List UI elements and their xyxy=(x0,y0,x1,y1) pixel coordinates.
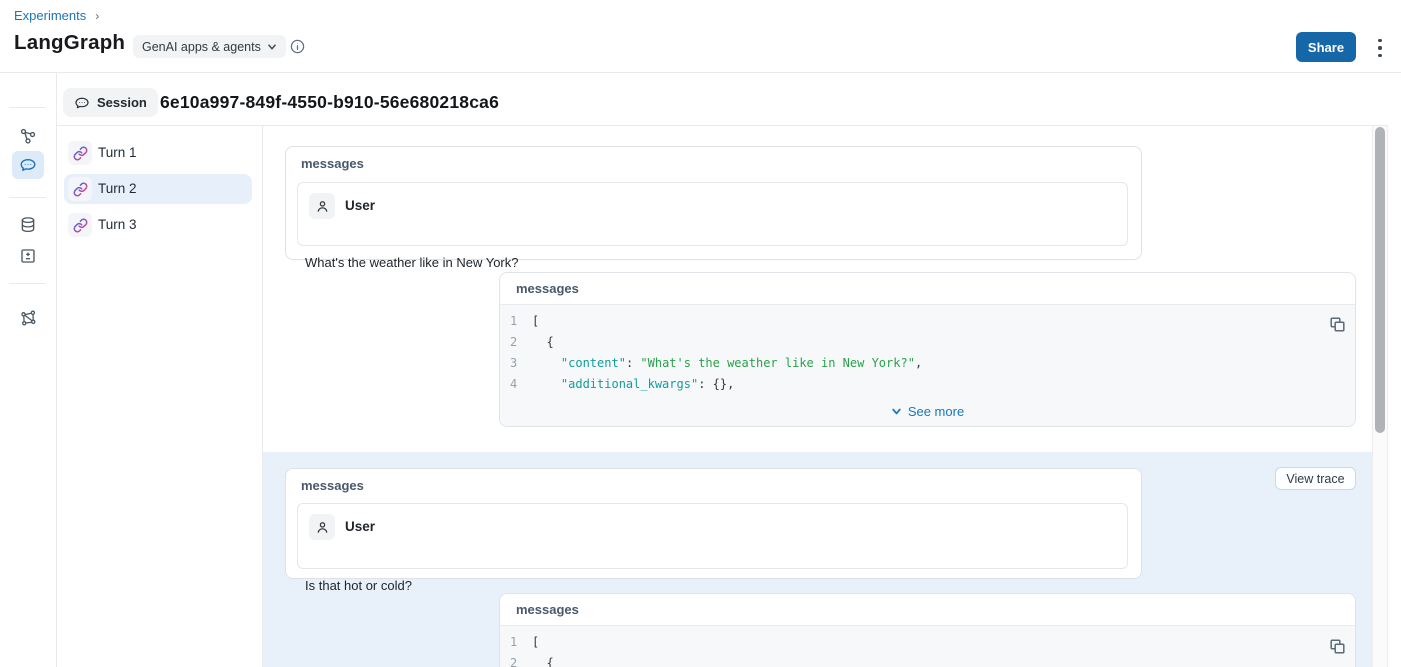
view-trace-button[interactable]: View trace xyxy=(1275,467,1356,490)
app-window: Experiments › LangGraph GenAI apps & age… xyxy=(0,0,1401,667)
line-number: 2 xyxy=(510,332,524,353)
line-number: 1 xyxy=(510,632,524,653)
turn2-input-card: messages User Is that hot or cold? xyxy=(285,468,1142,579)
breadcrumb-experiments-link[interactable]: Experiments xyxy=(14,8,86,23)
line-number: 1 xyxy=(510,311,524,332)
code-text: { xyxy=(532,653,554,667)
session-divider xyxy=(57,125,1388,126)
turn-list-item-3[interactable]: Turn 3 xyxy=(64,210,252,240)
message-text: What's the weather like in New York? xyxy=(305,255,518,270)
link-icon xyxy=(68,177,92,201)
code-block: 1[ 2 { 3 "content": "What's the weather … xyxy=(500,305,1355,426)
chat-bubble-icon xyxy=(74,95,90,111)
sidebar-item-graph-icon[interactable] xyxy=(19,309,37,327)
copy-icon[interactable] xyxy=(1328,315,1346,333)
field-label: messages xyxy=(516,602,579,617)
message-role: User xyxy=(345,193,375,219)
turn1-input-card: messages User What's the weather like in… xyxy=(285,146,1142,260)
code-line: 1[ xyxy=(500,311,1355,332)
code-text: "content": "What's the weather like in N… xyxy=(532,353,922,374)
sidebar-item-chat-bubble-icon[interactable] xyxy=(19,156,37,174)
category-label: GenAI apps & agents xyxy=(142,40,261,54)
chevron-down-icon xyxy=(891,406,902,417)
sidebar-item-hierarchy-icon[interactable] xyxy=(19,127,37,145)
user-message: User Is that hot or cold? xyxy=(297,503,1128,569)
field-label: messages xyxy=(516,281,579,296)
person-icon xyxy=(315,520,330,535)
user-avatar xyxy=(309,514,335,540)
line-number: 2 xyxy=(510,653,524,667)
category-dropdown[interactable]: GenAI apps & agents xyxy=(133,35,286,58)
info-icon[interactable] xyxy=(289,38,306,55)
see-more-button[interactable]: See more xyxy=(500,401,1355,421)
code-text: { xyxy=(532,332,554,353)
sidebar-separator xyxy=(9,197,46,198)
field-label: messages xyxy=(301,156,364,171)
header-divider xyxy=(0,72,1401,73)
turn-label: Turn 2 xyxy=(98,174,137,204)
line-number: 3 xyxy=(510,353,524,374)
scrollbar-track xyxy=(1372,126,1388,667)
turn1-output-card: messages 1[ 2 { 3 "content": "What's the… xyxy=(499,272,1356,427)
session-badge-label: Session xyxy=(97,95,147,110)
sidebar-separator xyxy=(9,283,46,284)
link-icon xyxy=(68,141,92,165)
sidebar-item-database-icon[interactable] xyxy=(19,216,37,234)
code-line: 2 { xyxy=(500,332,1355,353)
session-badge: Session xyxy=(63,88,158,117)
link-icon xyxy=(68,213,92,237)
user-message: User What's the weather like in New York… xyxy=(297,182,1128,246)
code-text: [ xyxy=(532,632,539,653)
turn-label: Turn 3 xyxy=(98,210,137,240)
kebab-menu-icon[interactable] xyxy=(1372,38,1388,58)
message-text: Is that hot or cold? xyxy=(305,578,412,593)
sidebar-separator xyxy=(9,107,46,108)
turn-label: Turn 1 xyxy=(98,138,137,168)
session-id: 6e10a997-849f-4550-b910-56e680218ca6 xyxy=(160,92,499,113)
code-card-header: messages xyxy=(500,594,1355,626)
code-line: 1[ xyxy=(500,632,1355,653)
see-more-label: See more xyxy=(908,404,964,419)
page-title: LangGraph xyxy=(14,31,125,55)
code-text: "additional_kwargs": {}, xyxy=(532,374,734,395)
turn2-output-card: messages 1[ 2 { xyxy=(499,593,1356,667)
code-line: 4 "additional_kwargs": {}, xyxy=(500,374,1355,395)
field-label: messages xyxy=(301,478,364,493)
turn-list-item-1[interactable]: Turn 1 xyxy=(64,138,252,168)
breadcrumb-separator: › xyxy=(95,9,99,23)
breadcrumb: Experiments › xyxy=(14,8,99,23)
message-role: User xyxy=(345,514,375,540)
share-button[interactable]: Share xyxy=(1296,32,1356,62)
code-line: 3 "content": "What's the weather like in… xyxy=(500,353,1355,374)
user-avatar xyxy=(309,193,335,219)
scrollbar-thumb[interactable] xyxy=(1375,127,1385,433)
person-icon xyxy=(315,199,330,214)
code-card-header: messages xyxy=(500,273,1355,305)
code-text: [ xyxy=(532,311,539,332)
code-block: 1[ 2 { xyxy=(500,626,1355,667)
chevron-down-icon xyxy=(267,42,277,52)
copy-icon[interactable] xyxy=(1328,637,1346,655)
line-number: 4 xyxy=(510,374,524,395)
sidebar-item-plus-minus-icon[interactable] xyxy=(19,247,37,265)
sidebar-divider xyxy=(56,73,57,667)
code-line: 2 { xyxy=(500,653,1355,667)
turn-list-item-2[interactable]: Turn 2 xyxy=(64,174,252,204)
